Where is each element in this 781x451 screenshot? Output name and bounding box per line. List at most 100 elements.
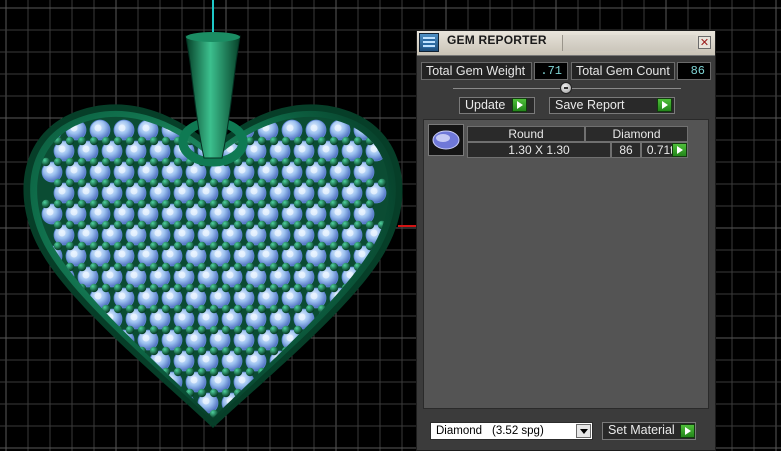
metal-bead-prong [269,241,279,251]
metal-bead-prong [233,199,243,209]
pave-gem [365,350,387,372]
save-report-button-label: Save Report [555,98,625,112]
close-button[interactable]: ✕ [698,36,711,49]
gem-highlight [82,229,90,237]
metal-bead-prong [233,409,243,418]
gem-highlight [226,313,234,321]
gem-highlight [310,292,318,300]
metal-bead-prong [281,388,291,398]
metal-bead-prong [65,409,75,418]
metal-bead-prong [317,388,327,398]
gem-highlight [46,208,54,216]
gem-highlight [262,292,270,300]
metal-bead-prong [257,136,267,146]
gem-highlight [70,166,78,174]
metal-bead-prong [125,262,135,272]
gem-highlight [130,229,138,237]
gem-highlight [226,229,234,237]
metal-bead-prong [293,241,303,251]
gem-list[interactable]: Round Diamond 1.30 X 1.30 86 0.71tw [423,119,709,409]
metal-bead-prong [257,220,267,230]
metal-bead-prong [53,367,63,377]
gem-slider-thumb[interactable] [560,82,572,94]
gem-highlight [310,250,318,258]
update-go-icon[interactable] [512,98,527,112]
metal-bead-prong [269,388,279,398]
gem-highlight [238,376,246,384]
gem-highlight [298,229,306,237]
gem-row-go-icon[interactable] [672,143,687,157]
gem-material-cell: Diamond [585,126,688,142]
gem-highlight [286,124,294,132]
metal-bead-prong [317,367,327,377]
gem-highlight [82,313,90,321]
metal-bead-prong [149,409,159,418]
gem-highlight [250,145,258,153]
metal-bead-prong [257,283,267,293]
metal-bead-prong [137,409,147,418]
metal-bead-prong [113,409,123,418]
gem-highlight [286,334,294,342]
gem-highlight [250,271,258,279]
pave-gem [329,329,351,351]
metal-bead-prong [329,178,339,188]
metal-bead-prong [329,409,339,418]
gem-highlight [298,271,306,279]
metal-bead-prong [173,325,183,335]
metal-bead-prong [185,367,195,377]
metal-bead-prong [257,157,267,167]
metal-bead-prong [353,136,363,146]
metal-bead-prong [305,409,315,418]
metal-bead-prong [185,409,195,418]
metal-bead-prong [305,283,315,293]
gem-highlight [118,124,126,132]
metal-bead-prong [77,409,87,418]
metal-bead-prong [185,241,195,251]
gem-highlight [370,271,378,279]
metal-bead-prong [209,178,219,188]
metal-bead-prong [317,199,327,209]
metal-bead-prong [377,304,387,314]
gem-highlight [154,271,162,279]
metal-bead-prong [209,325,219,335]
gem-highlight [298,355,306,363]
gem-highlight [310,166,318,174]
gem-highlight [190,166,198,174]
metal-bead-prong [113,199,123,209]
metal-bead-prong [137,367,147,377]
metal-bead-prong [245,367,255,377]
gem-highlight [298,187,306,195]
metal-bead-prong [281,157,291,167]
metal-bead-prong [197,199,207,209]
pave-gem [53,350,75,372]
gem-highlight [190,208,198,216]
gem-highlight [250,397,258,405]
gem-highlight [82,271,90,279]
pave-gem [53,392,75,414]
metal-bead-prong [173,304,183,314]
metal-bead-prong [209,262,219,272]
metal-bead-prong [161,178,171,188]
gem-highlight [322,271,330,279]
metal-bead-prong [137,157,147,167]
metal-bead-prong [245,241,255,251]
gem-highlight [370,313,378,321]
chevron-down-icon[interactable] [576,424,591,438]
metal-bead-prong [233,367,243,377]
metal-bead-prong [269,262,279,272]
gem-thumbnail[interactable] [428,124,464,156]
metal-bead-prong [269,304,279,314]
save-report-go-icon[interactable] [657,98,672,112]
metal-bead-prong [161,388,171,398]
gem-highlight [262,208,270,216]
metal-bead-prong [233,304,243,314]
metal-bead-prong [89,283,99,293]
metal-bead-prong [137,283,147,293]
material-select[interactable]: Diamond (3.52 spg) [430,422,593,440]
panel-titlebar[interactable]: GEM REPORTER ✕ [417,31,715,56]
metal-bead-prong [353,241,363,251]
set-material-go-icon[interactable] [680,424,695,438]
metal-bead-prong [245,262,255,272]
metal-bead-prong [269,409,279,418]
gem-count-cell: 86 [611,142,641,158]
